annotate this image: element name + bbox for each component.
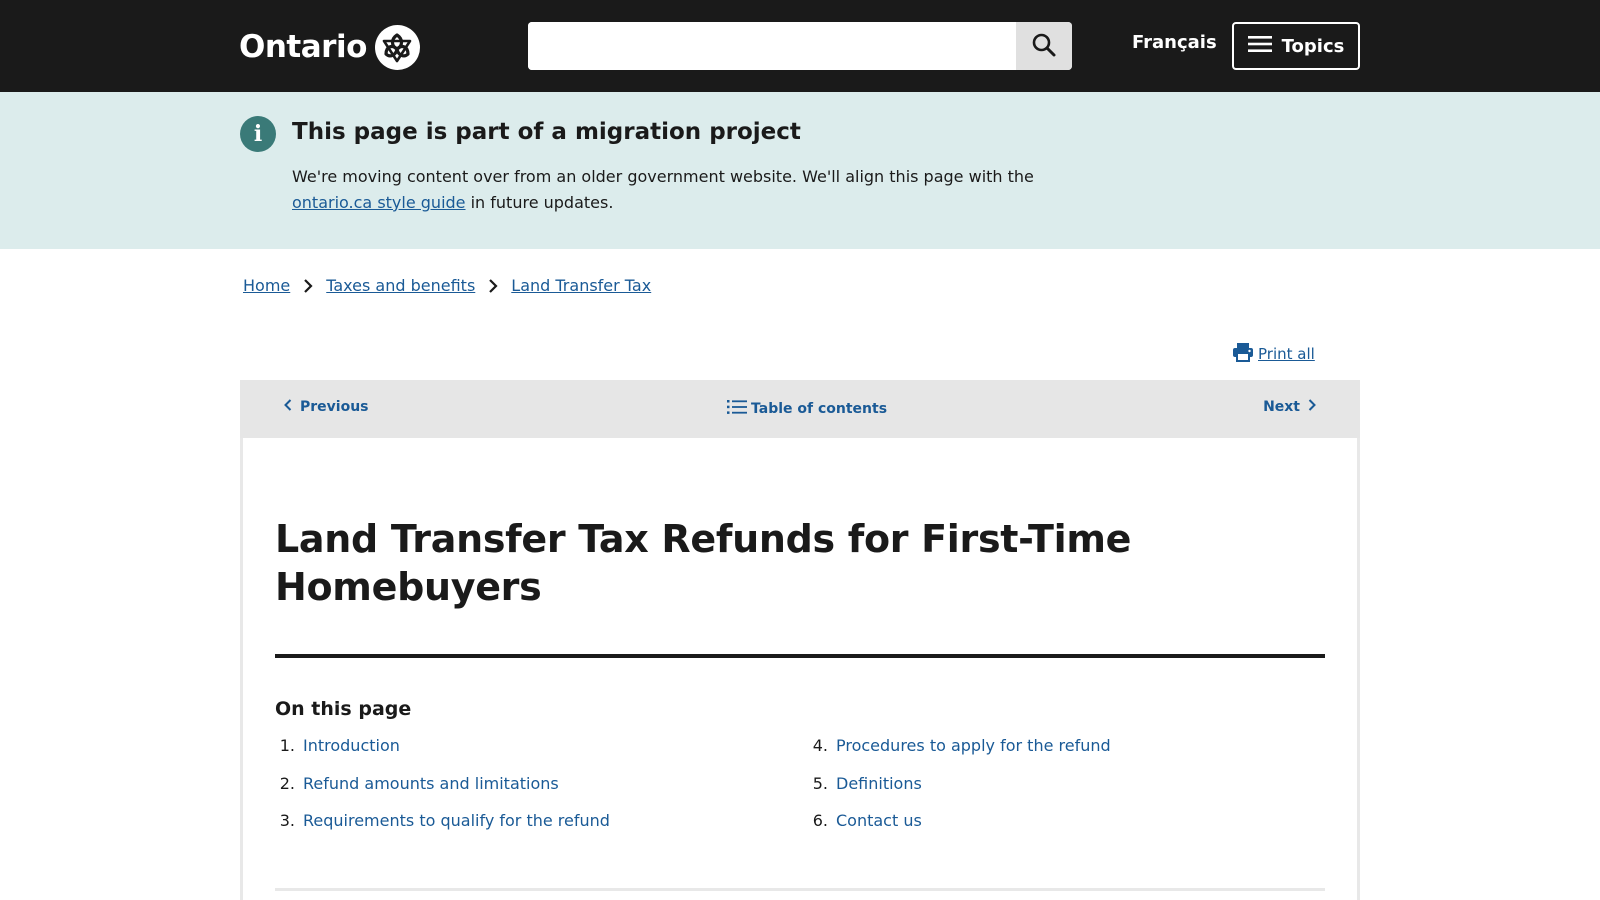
- trillium-icon: [374, 24, 420, 70]
- previous-label: Previous: [300, 399, 369, 415]
- style-guide-link[interactable]: ontario.ca style guide: [292, 193, 466, 212]
- page-title: Land Transfer Tax Refunds for First-Time…: [275, 517, 1132, 609]
- list-item-number: 3.: [279, 811, 295, 830]
- search-button[interactable]: [1016, 22, 1072, 70]
- logo-text: Ontario: [239, 29, 367, 65]
- on-this-page-list-right: 4. Procedures to apply for the refund 5.…: [808, 736, 1111, 849]
- topics-button-label: Topics: [1281, 35, 1345, 57]
- print-all[interactable]: Print all: [1232, 342, 1315, 366]
- list-item: 2. Refund amounts and limitations: [275, 774, 610, 812]
- language-toggle-link[interactable]: Français: [1132, 32, 1217, 53]
- chevron-right-icon: [475, 278, 511, 293]
- toc-link-requirements[interactable]: Requirements to qualify for the refund: [303, 811, 610, 849]
- list-item: 1. Introduction: [275, 736, 610, 774]
- previous-link[interactable]: Previous: [284, 399, 369, 415]
- list-item: 4. Procedures to apply for the refund: [808, 736, 1111, 774]
- toc-link-introduction[interactable]: Introduction: [303, 736, 400, 774]
- title-divider: [275, 654, 1325, 658]
- toc-link-definitions[interactable]: Definitions: [836, 774, 922, 812]
- list-item-number: 2.: [279, 773, 295, 793]
- section-divider: [275, 888, 1325, 891]
- search-icon: [1031, 32, 1057, 61]
- chevron-left-icon: [284, 399, 292, 415]
- printer-icon: [1232, 342, 1254, 366]
- list-item-number: 5.: [812, 773, 828, 793]
- list-item-number: 6.: [812, 811, 828, 830]
- list-item: 3. Requirements to qualify for the refun…: [275, 811, 610, 849]
- breadcrumb: Home Taxes and benefits Land Transfer Ta…: [243, 276, 651, 295]
- banner-title: This page is part of a migration project: [292, 119, 801, 145]
- banner-text-after: in future updates.: [465, 193, 614, 212]
- list-item: 6. Contact us: [808, 811, 1111, 849]
- table-of-contents-link[interactable]: Table of contents: [727, 399, 887, 419]
- topics-menu-button[interactable]: Topics: [1232, 22, 1360, 70]
- search-input[interactable]: [528, 22, 1016, 70]
- next-link[interactable]: Next: [1263, 399, 1316, 415]
- page-navigation: Previous Table of contents Next: [240, 380, 1360, 438]
- next-label: Next: [1263, 399, 1300, 415]
- table-of-contents-label: Table of contents: [751, 401, 888, 417]
- on-this-page-list-left: 1. Introduction 2. Refund amounts and li…: [275, 736, 610, 849]
- breadcrumb-land-transfer-tax-link[interactable]: Land Transfer Tax: [511, 276, 651, 295]
- breadcrumb-home-link[interactable]: Home: [243, 276, 290, 295]
- toc-link-contact-us[interactable]: Contact us: [836, 811, 922, 849]
- ontario-logo-link[interactable]: Ontario: [239, 22, 420, 72]
- list-item-number: 1.: [279, 736, 295, 755]
- breadcrumb-taxes-link[interactable]: Taxes and benefits: [326, 276, 475, 295]
- site-header: Ontario Français Topics: [0, 0, 1600, 92]
- list-item-number: 4.: [812, 736, 828, 755]
- on-this-page-heading: On this page: [275, 698, 412, 720]
- chevron-right-icon: [1308, 399, 1316, 415]
- list-item: 5. Definitions: [808, 774, 1111, 812]
- search-box: [528, 22, 1072, 70]
- toc-link-procedures[interactable]: Procedures to apply for the refund: [836, 736, 1111, 774]
- info-icon: i: [240, 116, 276, 152]
- hamburger-icon: [1247, 35, 1272, 58]
- banner-text-before: We're moving content over from an older …: [292, 167, 1034, 186]
- banner-text: We're moving content over from an older …: [292, 164, 1072, 216]
- list-icon: [727, 399, 747, 419]
- chevron-right-icon: [290, 278, 326, 293]
- toc-link-refund-amounts[interactable]: Refund amounts and limitations: [303, 774, 559, 812]
- print-all-link[interactable]: Print all: [1258, 345, 1315, 363]
